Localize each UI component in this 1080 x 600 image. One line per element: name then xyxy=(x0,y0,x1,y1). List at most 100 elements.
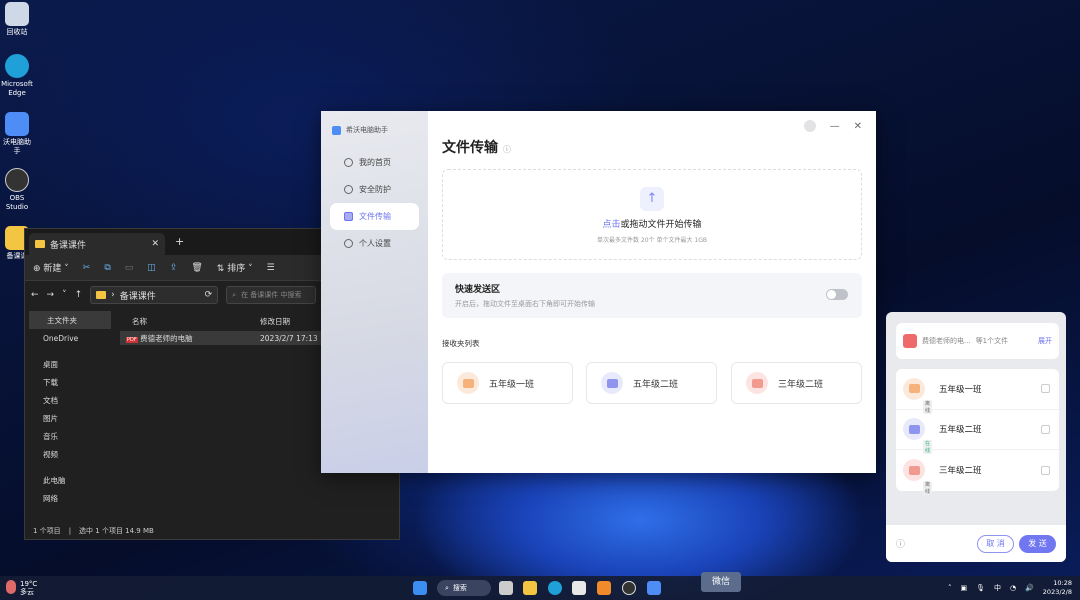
receiver-card[interactable]: 五年级一班 xyxy=(442,362,573,404)
info-icon[interactable]: ⓘ xyxy=(503,145,511,154)
delete-icon[interactable]: 🗑 xyxy=(191,263,202,273)
rename-icon[interactable]: ◫ xyxy=(147,263,156,273)
folder-icon: 在线 xyxy=(903,418,933,455)
navigation-pane: 主文件夹 OneDrive 桌面 下载 文档 图片 音乐 视频 此电脑 网络 xyxy=(25,311,115,521)
obs-icon xyxy=(5,168,29,192)
quick-send-section: 快速发送区 开启后，拖动文件至桌面右下角即可开始传输 xyxy=(442,273,862,318)
close-tab-icon[interactable]: ✕ xyxy=(151,239,159,249)
receiver-row[interactable]: 在线 五年级二班 xyxy=(896,410,1059,455)
select-checkbox[interactable] xyxy=(1041,424,1050,434)
new-button[interactable]: ⊕ 新建 ˅ xyxy=(33,261,69,274)
help-icon[interactable]: ⓘ xyxy=(896,537,905,550)
seewo-assistant-window: 希沃电脑助手 我的首页 安全防护 文件传输 个人设置 — ✕ 文件传输 ⓘ ↑ 点… xyxy=(321,111,876,473)
nav-item-desktop[interactable]: 桌面 xyxy=(25,355,115,373)
file-explorer-icon[interactable] xyxy=(523,581,537,595)
quick-send-toggle[interactable] xyxy=(826,289,848,300)
receiver-row[interactable]: 离线 五年级一班 xyxy=(896,369,1059,414)
receiver-card[interactable]: 五年级二班 xyxy=(586,362,717,404)
status-bar: 1 个项目 | 选中 1 个项目 14.9 MB xyxy=(33,527,154,535)
nav-item-pictures[interactable]: 图片 xyxy=(25,409,115,427)
recent-icon[interactable]: ˅ xyxy=(62,290,67,300)
shield-icon xyxy=(344,185,353,194)
desktop-icon-recycle-bin[interactable]: 回收站 xyxy=(0,2,34,37)
upload-icon: ↑ xyxy=(640,187,664,211)
sort-button[interactable]: ⇅ 排序 ˅ xyxy=(217,261,253,274)
wifi-icon[interactable]: ◔ xyxy=(1010,584,1016,592)
search-input[interactable]: ⌕ 在 备课课件 中搜索 xyxy=(226,286,317,304)
select-checkbox[interactable] xyxy=(1041,384,1050,394)
nav-item-network[interactable]: 网络 xyxy=(25,489,115,507)
folder-icon xyxy=(457,372,479,394)
cancel-button[interactable]: 取 消 xyxy=(977,534,1014,553)
back-icon[interactable]: ← xyxy=(31,290,39,300)
copy-icon[interactable]: ⧉ xyxy=(104,263,110,273)
ime-indicator[interactable]: 中 xyxy=(994,583,1001,593)
sidebar: 希沃电脑助手 我的首页 安全防护 文件传输 个人设置 xyxy=(321,111,428,473)
file-drop-zone[interactable]: ↑ 点击或拖动文件开始传输 单次最多文件数 20个 单个文件最大 1GB xyxy=(442,169,862,260)
page-title: 文件传输 xyxy=(442,140,498,156)
refresh-icon[interactable]: ⟳ xyxy=(205,290,213,300)
sidebar-item-security[interactable]: 安全防护 xyxy=(330,176,419,203)
search-button[interactable]: ⌕ 搜索 xyxy=(437,580,491,596)
folder-icon xyxy=(601,372,623,394)
desktop-icon-seewo[interactable]: 沃电脑助手 xyxy=(0,112,34,156)
view-icon[interactable]: ☰ xyxy=(267,263,275,273)
forward-icon[interactable]: → xyxy=(47,290,55,300)
paste-icon[interactable]: ▭ xyxy=(125,263,134,273)
start-icon[interactable] xyxy=(413,581,427,595)
send-button[interactable]: 发 送 xyxy=(1019,534,1056,553)
seewo-icon xyxy=(5,112,29,136)
clock[interactable]: 10:28 2023/2/8 xyxy=(1043,579,1072,597)
folder-icon xyxy=(344,212,353,221)
desktop-icon-obs[interactable]: OBS Studio xyxy=(0,168,34,212)
taskbar: 19°C 多云 ⌕ 搜索 微信 ˄ ▣ 🎙 中 ◔ 🔊 10:28 2023/2/8 xyxy=(0,572,1080,600)
pdf-icon: PDF xyxy=(126,336,138,343)
app-logo-icon xyxy=(332,125,341,135)
app-icon[interactable] xyxy=(597,581,611,595)
folder-icon xyxy=(96,291,107,299)
desktop-icon-edge[interactable]: Microsoft Edge xyxy=(0,54,34,98)
sidebar-item-settings[interactable]: 个人设置 xyxy=(330,230,419,257)
task-view-icon[interactable] xyxy=(499,581,513,595)
nav-item-home[interactable]: 主文件夹 xyxy=(29,311,111,329)
select-checkbox[interactable] xyxy=(1041,465,1050,475)
explorer-tab[interactable]: 备课课件 ✕ xyxy=(29,233,165,255)
tooltip: 微信 xyxy=(701,572,741,592)
nav-item-videos[interactable]: 视频 xyxy=(25,445,115,463)
nav-item-downloads[interactable]: 下载 xyxy=(25,373,115,391)
edge-icon xyxy=(5,54,29,78)
seewo-taskbar-icon[interactable] xyxy=(647,581,661,595)
receiver-card[interactable]: 三年级二班 xyxy=(731,362,862,404)
weather-icon xyxy=(6,580,16,594)
quick-send-popup: 费德老师的电... 等1个文件 展开 离线 五年级一班 在线 五年级二班 离线 三年级二班… xyxy=(886,312,1066,562)
column-name[interactable]: 名称 xyxy=(120,316,260,327)
edge-icon[interactable] xyxy=(548,581,562,595)
chevron-up-icon[interactable]: ˄ xyxy=(948,584,952,592)
tray-app-icon[interactable]: ▣ xyxy=(960,584,967,592)
folder-icon xyxy=(746,372,768,394)
volume-icon[interactable]: 🔊 xyxy=(1025,584,1034,592)
folder-icon: 离线 xyxy=(903,377,933,414)
nav-item-music[interactable]: 音乐 xyxy=(25,427,115,445)
nav-item-documents[interactable]: 文档 xyxy=(25,391,115,409)
weather-widget[interactable]: 19°C 多云 xyxy=(6,580,37,596)
nav-item-this-pc[interactable]: 此电脑 xyxy=(25,471,115,489)
share-icon[interactable]: ⇪ xyxy=(170,263,178,273)
microphone-icon[interactable]: 🎙 xyxy=(976,584,985,592)
column-date[interactable]: 修改日期 xyxy=(260,316,290,327)
address-bar[interactable]: › 备课课件 ⟳ xyxy=(90,286,219,304)
store-icon[interactable] xyxy=(572,581,586,595)
new-tab-icon[interactable]: + xyxy=(175,235,184,248)
sidebar-item-file-transfer[interactable]: 文件传输 xyxy=(330,203,419,230)
expand-link[interactable]: 展开 xyxy=(1038,336,1052,346)
receiver-row[interactable]: 离线 三年级二班 xyxy=(896,450,1059,496)
up-icon[interactable]: ↑ xyxy=(75,290,83,300)
home-icon xyxy=(344,158,353,167)
sidebar-item-home[interactable]: 我的首页 xyxy=(330,149,419,176)
nav-item-onedrive[interactable]: OneDrive xyxy=(25,329,115,347)
obs-icon[interactable] xyxy=(622,581,636,595)
folder-icon xyxy=(35,240,45,248)
cut-icon[interactable]: ✂ xyxy=(83,263,91,273)
click-upload-link[interactable]: 点击 xyxy=(602,220,620,230)
settings-icon xyxy=(344,239,353,248)
